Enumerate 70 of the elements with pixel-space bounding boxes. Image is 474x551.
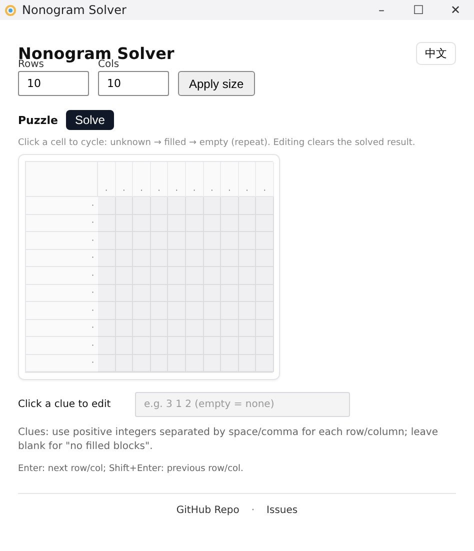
grid-cell[interactable]	[256, 320, 274, 337]
separator-dot: ·	[251, 505, 255, 516]
row-clue[interactable]: ·	[26, 267, 98, 284]
grid-cell[interactable]	[98, 302, 116, 320]
grid-cell[interactable]	[238, 197, 256, 214]
row-clue[interactable]: ·	[26, 302, 98, 320]
grid-cell[interactable]	[186, 197, 204, 214]
grid-cell[interactable]	[98, 214, 116, 232]
maximize-button[interactable]: ☐	[400, 3, 437, 17]
grid-cell[interactable]	[256, 267, 274, 284]
column-clue[interactable]: ·	[133, 162, 151, 197]
grid-cell[interactable]	[98, 284, 116, 302]
grid-cell[interactable]	[256, 214, 274, 232]
minimize-button[interactable]: –	[363, 3, 400, 17]
column-clue[interactable]: ·	[186, 162, 204, 197]
column-clue[interactable]: ·	[168, 162, 186, 197]
grid-cell[interactable]	[204, 197, 222, 214]
row-clue[interactable]: ·	[26, 337, 98, 354]
row-clue[interactable]: ·	[26, 320, 98, 337]
row-clue[interactable]: ·	[26, 354, 98, 372]
app-icon	[5, 4, 16, 16]
grid-cell[interactable]	[168, 197, 186, 214]
window-title: Nonogram Solver	[22, 3, 128, 17]
section-heading: Puzzle	[18, 114, 58, 126]
grid-cell[interactable]	[98, 320, 116, 337]
grid-cell[interactable]	[98, 267, 116, 284]
row-clue[interactable]: ·	[26, 197, 98, 214]
grid-cell[interactable]	[98, 250, 116, 267]
footer-link[interactable]: Issues	[266, 505, 298, 516]
grid-cell[interactable]	[256, 197, 274, 214]
row-clue[interactable]: ·	[26, 284, 98, 302]
row-clue[interactable]: ·	[26, 250, 98, 267]
clue-label: Click a clue to edit	[18, 399, 112, 410]
grid-cell[interactable]	[133, 354, 151, 372]
column-clue[interactable]: ·	[150, 162, 168, 197]
apply-size-button[interactable]: Apply size	[178, 71, 255, 96]
grid-cell[interactable]	[98, 197, 116, 214]
grid-cell[interactable]	[98, 232, 116, 250]
rows-input[interactable]: 10	[18, 71, 89, 96]
column-clue[interactable]: ·	[98, 162, 116, 197]
clue-input[interactable]: e.g. 3 1 2 (empty = none)	[135, 392, 350, 417]
hint-text: Click a cell to cycle: unknown → filled → empty (repeat). Editing clears the solved result.	[18, 138, 416, 148]
grid-cell[interactable]	[221, 197, 239, 214]
grid-cell[interactable]	[133, 197, 151, 214]
grid-cell[interactable]	[168, 354, 186, 372]
column-clue[interactable]: ·	[221, 162, 239, 197]
grid-cell[interactable]	[150, 197, 168, 214]
row-clue[interactable]: ·	[26, 214, 98, 232]
grid-cell[interactable]	[256, 284, 274, 302]
column-clue[interactable]: ·	[256, 162, 274, 197]
grid-cell[interactable]	[98, 354, 116, 372]
grid-cell[interactable]	[256, 354, 274, 372]
cols-input[interactable]: 10	[98, 71, 169, 96]
solve-button[interactable]: Solve	[66, 110, 114, 130]
column-clue[interactable]: ·	[116, 162, 134, 197]
note-text: Clues: use positive integers separated by space/comma for each row/column; leave blank for "no filled blocks".	[18, 426, 439, 454]
note-text: Enter: next row/col; Shift+Enter: previous row/col.	[18, 464, 244, 474]
grid-cell[interactable]	[256, 250, 274, 267]
column-clue[interactable]: ·	[238, 162, 256, 197]
language-button[interactable]: 中文	[416, 42, 456, 65]
row-clue[interactable]: ·	[26, 232, 98, 250]
grid-cell[interactable]	[221, 354, 239, 372]
grid-cell[interactable]	[116, 197, 134, 214]
column-clue[interactable]: ·	[204, 162, 222, 197]
grid-cell[interactable]	[256, 337, 274, 354]
close-button[interactable]: ✕	[437, 3, 474, 17]
grid-cell[interactable]	[98, 337, 116, 354]
grid-cell[interactable]	[256, 302, 274, 320]
grid-cell[interactable]	[256, 232, 274, 250]
footer-link[interactable]: GitHub Repo	[176, 505, 240, 516]
